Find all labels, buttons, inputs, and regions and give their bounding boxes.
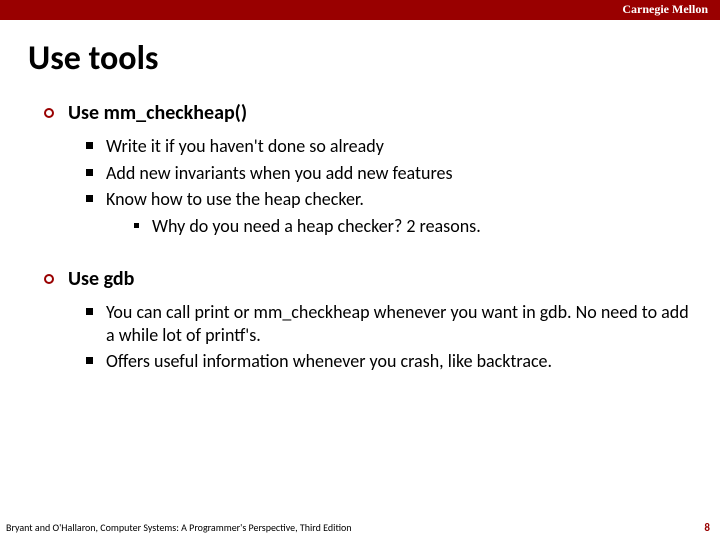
- brand-bar: Carnegie Mellon: [0, 0, 720, 20]
- slide-title: Use tools: [28, 38, 720, 79]
- brand-text: Carnegie Mellon: [622, 2, 708, 16]
- section-checkheap: Use mm_checkheap() Write it if you haven…: [44, 101, 690, 237]
- open-circle-bullet-icon: [44, 108, 54, 118]
- list-item: Add new invariants when you add new feat…: [86, 162, 690, 185]
- list-item: You can call print or mm_checkheap whene…: [86, 301, 690, 346]
- open-circle-bullet-icon: [44, 274, 54, 284]
- sub-list-item: Why do you need a heap checker? 2 reason…: [134, 215, 690, 238]
- section-title: Use gdb: [68, 267, 134, 291]
- slide-content: Use mm_checkheap() Write it if you haven…: [44, 101, 690, 373]
- section-title: Use mm_checkheap(): [68, 101, 247, 125]
- footer-credit: Bryant and O'Hallaron, Computer Systems:…: [6, 521, 352, 534]
- item-text: You can call print or mm_checkheap whene…: [106, 301, 689, 346]
- section-header: Use mm_checkheap(): [44, 101, 690, 125]
- subitem-text: Why do you need a heap checker? 2 reason…: [152, 215, 481, 237]
- page-number: 8: [704, 521, 710, 534]
- slide-footer: Bryant and O'Hallaron, Computer Systems:…: [6, 521, 710, 534]
- list-item: Write it if you haven't done so already: [86, 135, 690, 158]
- section-gdb: Use gdb You can call print or mm_checkhe…: [44, 267, 690, 373]
- bullet-list: Write it if you haven't done so already …: [86, 135, 690, 237]
- sub-bullet-list: Why do you need a heap checker? 2 reason…: [134, 215, 690, 238]
- section-header: Use gdb: [44, 267, 690, 291]
- item-text: Offers useful information whenever you c…: [106, 350, 552, 372]
- list-item: Know how to use the heap checker. Why do…: [86, 188, 690, 237]
- item-text: Add new invariants when you add new feat…: [106, 162, 453, 184]
- item-text: Know how to use the heap checker.: [106, 188, 364, 210]
- item-text: Write it if you haven't done so already: [106, 135, 384, 157]
- bullet-list: You can call print or mm_checkheap whene…: [86, 301, 690, 373]
- list-item: Offers useful information whenever you c…: [86, 350, 690, 373]
